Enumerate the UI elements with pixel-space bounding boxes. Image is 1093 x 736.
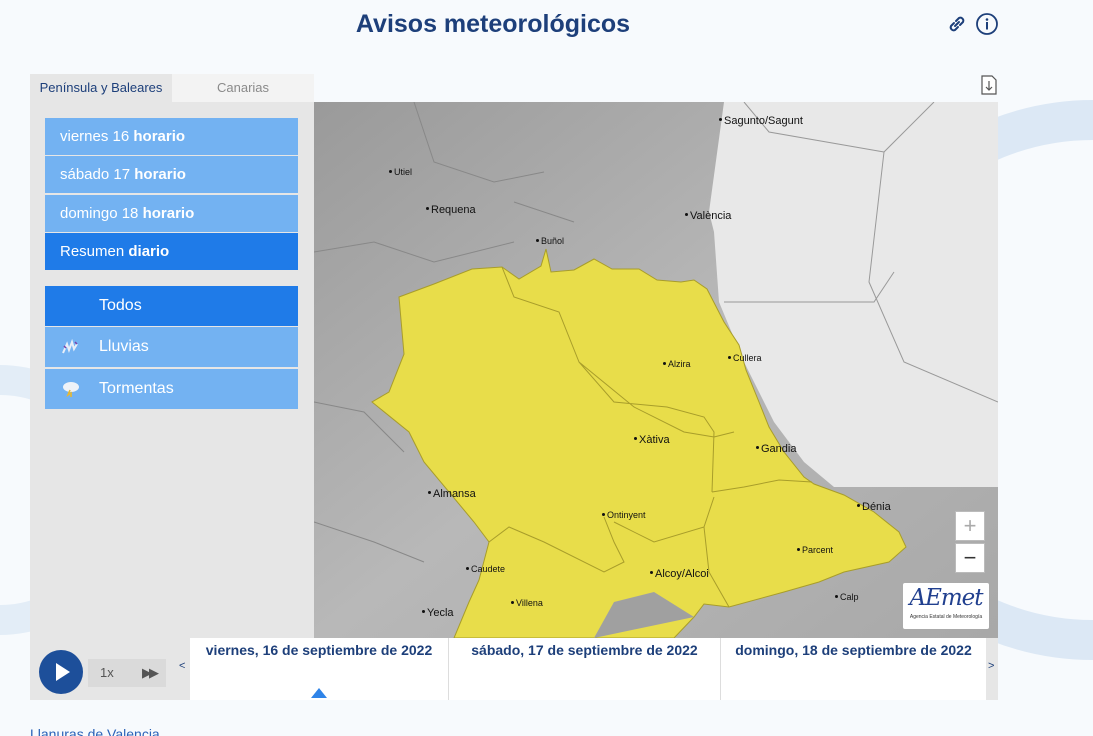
timeline-prev-button[interactable]: < (179, 660, 185, 672)
warnings-map[interactable]: Sagunto/Sagunt Utiel Requena València Bu… (314, 102, 998, 638)
warning-type-selector: Todos Lluvias Tormentas (45, 286, 298, 410)
page-title: Avisos meteorológicos (355, 10, 631, 38)
city-label: Villena (511, 598, 543, 608)
zoom-in-button[interactable]: + (955, 511, 985, 541)
type-button-lluvias[interactable]: Lluvias (45, 327, 298, 368)
info-icon[interactable] (975, 12, 999, 36)
region-tabs: Península y Baleares Canarias (30, 74, 314, 102)
day-button-viernes[interactable]: viernes 16 horario (45, 118, 298, 155)
city-label: Sagunto/Sagunt (719, 115, 803, 127)
tab-canarias[interactable]: Canarias (172, 74, 314, 102)
zone-link[interactable]: Llanuras de Valencia (30, 726, 160, 736)
city-label: Requena (426, 204, 476, 216)
logo-subtitle: Agencia Estatal de Meteorología (909, 614, 983, 620)
day-button-resumen[interactable]: Resumen diario (45, 232, 298, 270)
city-label: València (684, 210, 732, 222)
play-button[interactable] (39, 650, 83, 694)
sidebar: viernes 16 horario sábado 17 horario dom… (30, 102, 314, 638)
rain-icon (62, 339, 78, 354)
city-label: Ontinyent (602, 510, 646, 520)
logo-text: AEmet (909, 585, 983, 611)
city-label: Xàtiva (634, 434, 670, 446)
city-label: Alcoy/Alcoi (650, 568, 709, 580)
city-label: Almansa (428, 488, 476, 500)
city-label: Utiel (388, 167, 413, 177)
timeline-position-marker[interactable] (311, 688, 327, 698)
city-label: Caudete (465, 564, 506, 574)
city-label: Dénia (857, 501, 891, 513)
timeline-player: 1x ▶▶ < viernes, 16 de septiembre de 202… (30, 638, 998, 700)
type-button-tormentas[interactable]: Tormentas (45, 368, 298, 409)
day-button-sabado[interactable]: sábado 17 horario (45, 156, 298, 194)
timeline-day-sabado[interactable]: sábado, 17 de septiembre de 2022 (448, 638, 720, 700)
city-label: Gandia (755, 443, 797, 455)
storm-icon (63, 381, 79, 397)
aemet-logo: AEmet Agencia Estatal de Meteorología (903, 583, 989, 629)
speed-toggle[interactable]: 1x (100, 665, 114, 680)
day-button-domingo[interactable]: domingo 18 horario (45, 194, 298, 232)
download-icon[interactable] (981, 75, 997, 95)
city-label: Parcent (796, 545, 834, 555)
day-selector: viernes 16 horario sábado 17 horario dom… (45, 118, 298, 271)
zoom-out-button[interactable]: − (955, 543, 985, 573)
fast-forward-icon[interactable]: ▶▶ (142, 665, 159, 681)
map-canvas (314, 102, 998, 638)
type-button-todos[interactable]: Todos (45, 286, 298, 326)
timeline-next-button[interactable]: > (988, 660, 994, 672)
city-label: Calp (835, 592, 859, 602)
city-label: Yecla (422, 607, 454, 619)
timeline-days: viernes, 16 de septiembre de 2022 sábado… (190, 638, 986, 700)
city-label: Buñol (535, 236, 565, 246)
city-label: Cullera (728, 353, 762, 363)
timeline-day-domingo[interactable]: domingo, 18 de septiembre de 2022 (720, 638, 986, 700)
tab-peninsula[interactable]: Península y Baleares (30, 74, 172, 102)
link-icon[interactable] (945, 12, 969, 36)
city-label: Alzira (663, 359, 691, 369)
zoom-controls: + − (955, 511, 987, 575)
